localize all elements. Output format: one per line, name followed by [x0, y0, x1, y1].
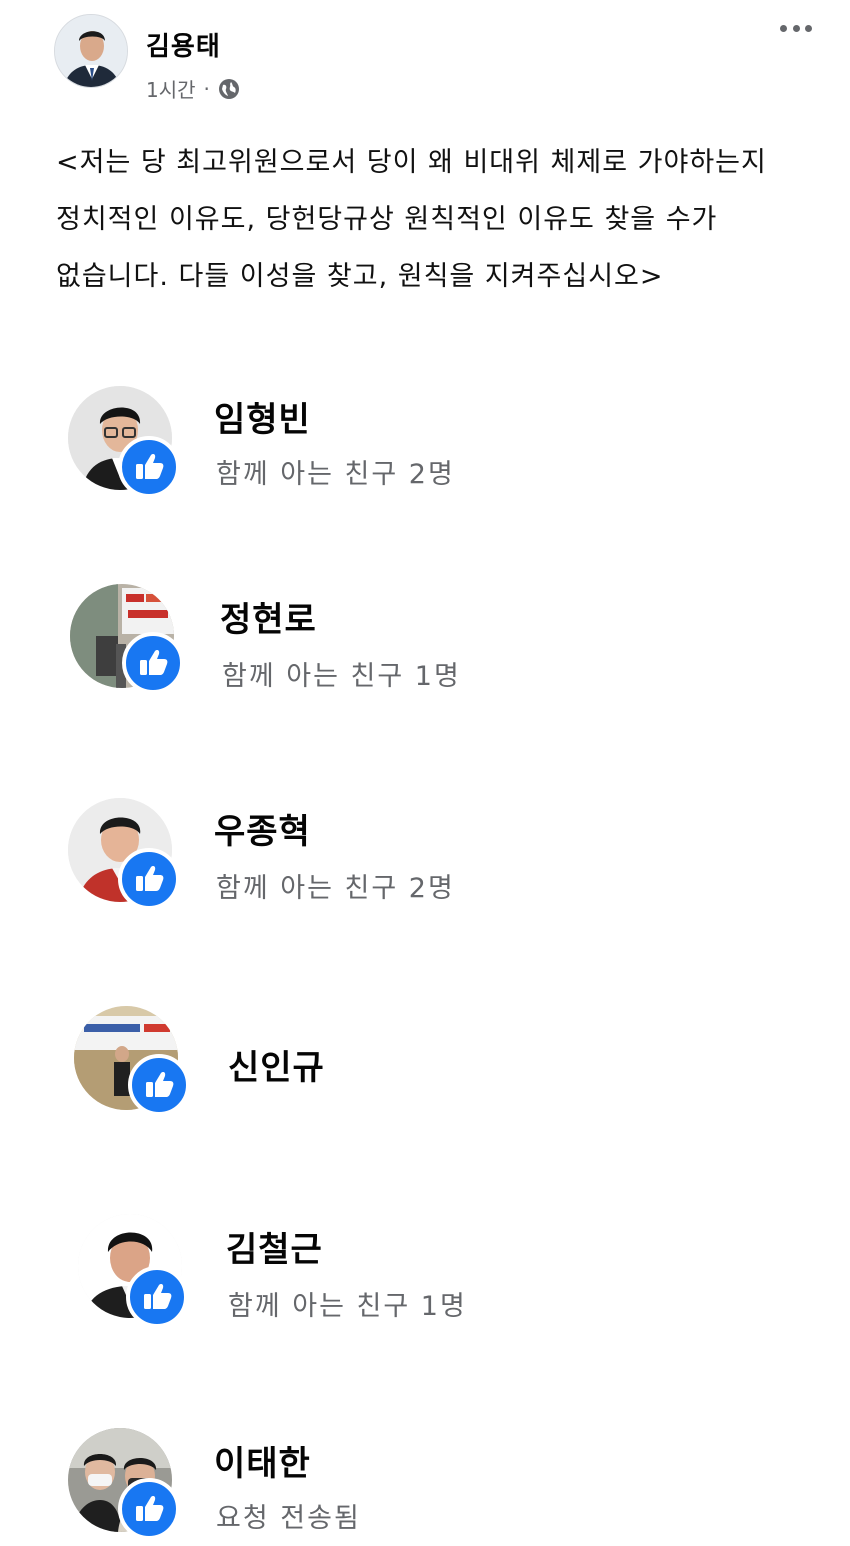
- reaction-row[interactable]: 이태한 요청 전송됨: [0, 1420, 850, 1546]
- thumbs-up-icon: [122, 632, 184, 694]
- person-name[interactable]: 신인규: [228, 1040, 325, 1089]
- mutual-friends: 함께 아는 친구 1명: [222, 661, 461, 692]
- person-name[interactable]: 정현로: [220, 592, 317, 641]
- mutual-friends: 함께 아는 친구 2명: [216, 873, 455, 904]
- person-name[interactable]: 임형빈: [214, 392, 311, 441]
- person-name[interactable]: 이태한: [214, 1436, 311, 1485]
- person-name[interactable]: 우종혁: [214, 804, 311, 853]
- thumbs-up-icon: [126, 1266, 188, 1328]
- thumbs-up-icon: [118, 1478, 180, 1540]
- mutual-friends: 함께 아는 친구 1명: [228, 1291, 467, 1322]
- thumbs-up-icon: [118, 436, 180, 498]
- reaction-row[interactable]: 신인규: [0, 996, 850, 1136]
- thumbs-up-icon: [118, 848, 180, 910]
- person-name[interactable]: 김철근: [226, 1222, 323, 1271]
- request-status: 요청 전송됨: [216, 1503, 361, 1534]
- reaction-row[interactable]: 임형빈 함께 아는 친구 2명: [0, 378, 850, 518]
- reaction-row[interactable]: 김철근 함께 아는 친구 1명: [0, 1212, 850, 1352]
- reaction-row[interactable]: 우종혁 함께 아는 친구 2명: [0, 792, 850, 932]
- reaction-list: 임형빈 함께 아는 친구 2명 정현로 함께 아는 친구 1명 우종혁 함께 아…: [0, 0, 850, 1546]
- thumbs-up-icon: [128, 1054, 190, 1116]
- reaction-row[interactable]: 정현로 함께 아는 친구 1명: [0, 578, 850, 718]
- mutual-friends: 함께 아는 친구 2명: [216, 459, 455, 490]
